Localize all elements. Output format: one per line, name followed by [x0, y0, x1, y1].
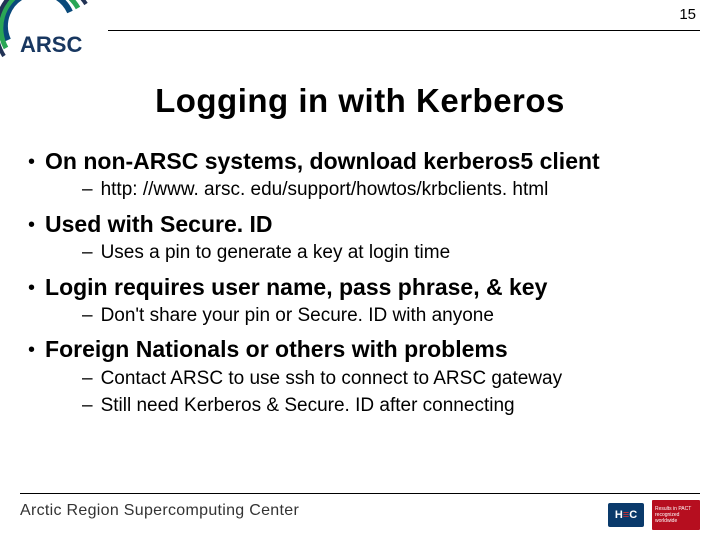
bullet-dot-icon: •: [28, 150, 35, 174]
sub-bullet-text: Contact ARSC to use ssh to connect to AR…: [101, 367, 563, 392]
slide-title: Logging in with Kerberos: [0, 82, 720, 120]
dash-icon: –: [82, 178, 93, 203]
bullet-item: • Used with Secure. ID: [28, 211, 692, 238]
hpc-text: H≡C: [615, 509, 637, 521]
sub-bullet: – Contact ARSC to use ssh to connect to …: [82, 367, 692, 392]
dash-icon: –: [82, 304, 93, 329]
sub-bullet-text: http: //www. arsc. edu/support/howtos/kr…: [101, 178, 549, 203]
red-badge-logo: Results in PACT recognized worldwide: [652, 500, 700, 530]
hpc-logo: H≡C: [608, 503, 644, 527]
red-badge-line: worldwide: [655, 518, 697, 524]
slide-header: ARSC 15: [0, 0, 720, 52]
sub-bullet: – Still need Kerberos & Secure. ID after…: [82, 394, 692, 419]
arsc-logo: ARSC: [0, 0, 110, 63]
page-number: 15: [679, 6, 696, 23]
sub-bullet-text: Don't share your pin or Secure. ID with …: [101, 304, 494, 329]
bullet-dot-icon: •: [28, 338, 35, 362]
bullet-main-text: Used with Secure. ID: [45, 211, 692, 238]
bullet-item: • Foreign Nationals or others with probl…: [28, 336, 692, 363]
bullet-item: • Login requires user name, pass phrase,…: [28, 274, 692, 301]
sub-bullet-text: Uses a pin to generate a key at login ti…: [101, 241, 451, 266]
slide-footer: Arctic Region Supercomputing Center H≡C …: [0, 488, 720, 540]
dash-icon: –: [82, 367, 93, 392]
dash-icon: –: [82, 241, 93, 266]
bullet-main-text: Foreign Nationals or others with problem…: [45, 336, 692, 363]
slide-content: • On non-ARSC systems, download kerberos…: [0, 148, 720, 419]
sub-bullet: – Uses a pin to generate a key at login …: [82, 241, 692, 266]
bullet-main-text: On non-ARSC systems, download kerberos5 …: [45, 148, 692, 175]
sub-bullet-text: Still need Kerberos & Secure. ID after c…: [101, 394, 515, 419]
footer-badges: H≡C Results in PACT recognized worldwide: [608, 500, 700, 530]
bullet-main-text: Login requires user name, pass phrase, &…: [45, 274, 692, 301]
footer-rule: [20, 493, 700, 494]
dash-icon: –: [82, 394, 93, 419]
footer-org-name: Arctic Region Supercomputing Center: [20, 502, 299, 520]
logo-text: ARSC: [20, 32, 82, 57]
sub-bullet: – Don't share your pin or Secure. ID wit…: [82, 304, 692, 329]
bullet-dot-icon: •: [28, 276, 35, 300]
sub-bullet: – http: //www. arsc. edu/support/howtos/…: [82, 178, 692, 203]
header-rule: [108, 30, 700, 31]
bullet-dot-icon: •: [28, 213, 35, 237]
bullet-item: • On non-ARSC systems, download kerberos…: [28, 148, 692, 175]
